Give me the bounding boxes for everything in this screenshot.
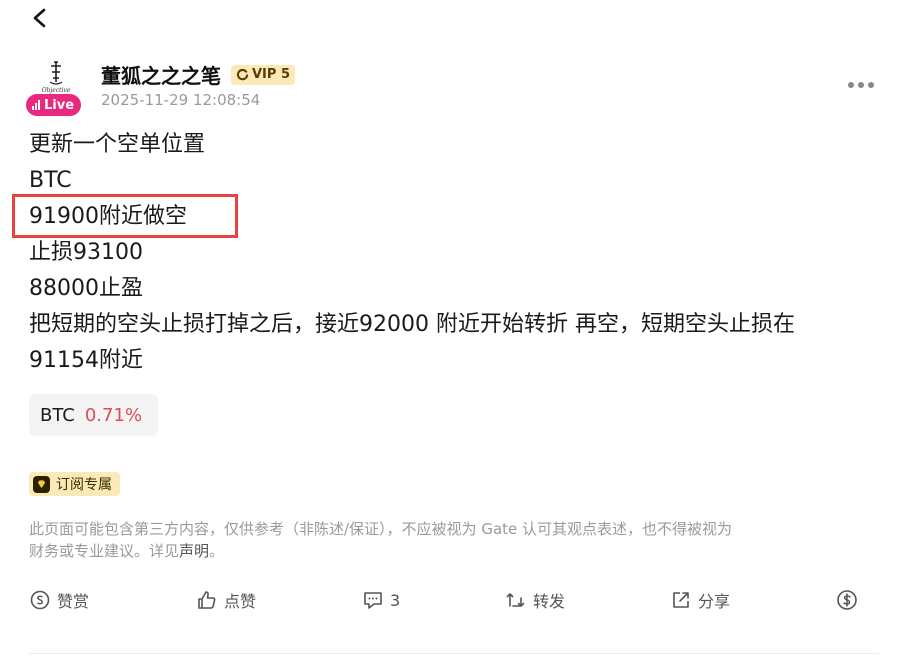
- live-label: Live: [44, 97, 75, 113]
- subscription-label: 订阅专属: [56, 477, 112, 493]
- tip-button[interactable]: 赞赏: [29, 585, 89, 615]
- coin-chip[interactable]: BTC 0.71%: [29, 394, 158, 436]
- dollar-icon: [837, 590, 857, 610]
- share-button[interactable]: 分享: [670, 585, 730, 615]
- disclaimer-line: 财务或专业建议。详见声明。: [29, 540, 889, 562]
- back-button[interactable]: [26, 4, 54, 32]
- live-bars-icon: [32, 100, 40, 110]
- post-line: 88000止盈: [29, 276, 143, 301]
- thumbs-up-icon: [198, 591, 216, 609]
- post-content: 更新一个空单位置 BTC 91900附近做空 止损93100 88000止盈 把…: [29, 127, 889, 379]
- post-line: 把短期的空头止损打掉之后，接近92000 附近开始转折 再空，短期空头止损在: [29, 312, 795, 337]
- post-line: 更新一个空单位置: [29, 132, 206, 157]
- repost-icon: [506, 593, 525, 607]
- author-name[interactable]: 董狐之之之笔: [101, 60, 221, 89]
- chevron-left-icon: [33, 8, 46, 28]
- post-line: 91154附近: [29, 348, 143, 373]
- live-badge[interactable]: Live: [26, 94, 82, 116]
- comment-count: 3: [390, 590, 401, 610]
- dollar-button[interactable]: [836, 585, 858, 615]
- tip-label: 赞赏: [57, 592, 90, 611]
- like-button[interactable]: 点赞: [196, 585, 256, 615]
- post-line: 止损93100: [29, 240, 143, 265]
- disclaimer-text: 财务或专业建议。详见: [29, 542, 180, 560]
- highlight-box: [12, 194, 238, 238]
- repost-button[interactable]: 转发: [505, 585, 565, 615]
- avatar[interactable]: Objective: [32, 58, 80, 96]
- disclaimer-line: 此页面可能包含第三方内容，仅供参考（非陈述/保证），不应被视为 Gate 认可其…: [29, 520, 733, 538]
- action-bar: 赞赏 点赞 3 转发 分享: [29, 585, 869, 615]
- share-icon: [673, 592, 689, 608]
- coin-symbol: BTC: [40, 404, 75, 426]
- disclaimer-text-end: 。: [209, 542, 225, 560]
- more-dots-icon: [848, 82, 854, 88]
- comment-icon: [364, 592, 382, 609]
- author-row: 董狐之之之笔 VIP 5: [101, 60, 295, 89]
- diamond-icon: [33, 475, 50, 493]
- disclaimer: 此页面可能包含第三方内容，仅供参考（非陈述/保证），不应被视为 Gate 认可其…: [29, 518, 889, 562]
- divider: [29, 653, 879, 654]
- disclaimer-link[interactable]: 声明: [179, 542, 209, 560]
- vip-ring-icon: [236, 69, 249, 81]
- comment-button[interactable]: 3: [362, 585, 400, 615]
- subscription-badge: 订阅专属: [29, 472, 120, 496]
- like-label: 点赞: [224, 592, 257, 611]
- share-label: 分享: [698, 592, 731, 611]
- avatar-text: Objective: [42, 87, 71, 94]
- more-options-button[interactable]: [848, 76, 882, 94]
- vip-badge: VIP 5: [231, 64, 295, 85]
- author-avatar-block[interactable]: Objective Live: [26, 58, 86, 120]
- post-timestamp: 2025-11-29 12:08:54: [101, 91, 261, 109]
- repost-label: 转发: [533, 592, 566, 611]
- coin-icon: [30, 590, 50, 610]
- vip-label: VIP 5: [252, 67, 290, 82]
- coin-change: 0.71%: [84, 404, 143, 426]
- avatar-logo-icon: Objective: [42, 61, 71, 94]
